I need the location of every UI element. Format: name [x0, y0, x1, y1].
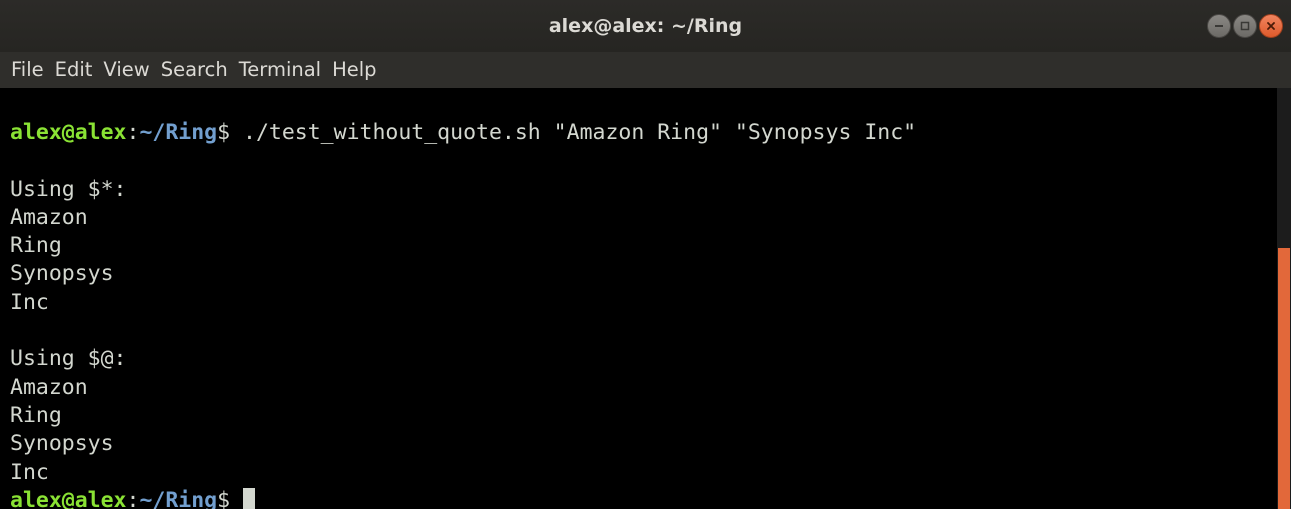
terminal-window: alex@alex: ~/Ring File Edit View Search …: [0, 0, 1291, 509]
prompt-line: alex@alex:~/Ring$: [10, 487, 1277, 509]
menu-file[interactable]: File: [11, 52, 44, 88]
maximize-button[interactable]: [1233, 14, 1257, 38]
output-line: Inc: [10, 459, 49, 485]
prompt-colon: :: [126, 120, 140, 145]
output-line: Synopsys: [10, 431, 114, 457]
minimize-icon: [1215, 25, 1223, 27]
output-header: Using $@:: [10, 346, 127, 372]
output-line: Ring: [10, 402, 62, 428]
maximize-icon: [1240, 21, 1250, 31]
menu-help[interactable]: Help: [332, 52, 376, 88]
window-controls: [1207, 14, 1283, 38]
prompt-path: ~/Ring: [139, 120, 218, 145]
output-line: Inc: [10, 289, 49, 315]
output-line: Amazon: [10, 374, 88, 400]
prompt-path: ~/Ring: [139, 487, 218, 509]
scrollbar-thumb[interactable]: [1278, 248, 1290, 509]
window-title: alex@alex: ~/Ring: [548, 15, 743, 37]
minimize-button[interactable]: [1207, 14, 1231, 38]
prompt-colon: :: [126, 487, 140, 509]
command-line: alex@alex:~/Ring$ ./test_without_quote.s…: [10, 119, 1277, 147]
output-line: Amazon: [10, 204, 88, 230]
prompt-symbol: $: [217, 120, 231, 145]
prompt-user-host: alex@alex: [10, 487, 127, 509]
title-bar[interactable]: alex@alex: ~/Ring: [0, 0, 1291, 52]
output-header: Using $*:: [10, 176, 127, 202]
menu-view[interactable]: View: [103, 52, 149, 88]
prompt-user-host: alex@alex: [10, 120, 127, 145]
menu-terminal[interactable]: Terminal: [239, 52, 321, 88]
vertical-scrollbar[interactable]: [1277, 88, 1291, 509]
output-line: Ring: [10, 233, 62, 259]
output-line: Synopsys: [10, 261, 114, 287]
menu-search[interactable]: Search: [161, 52, 228, 88]
menu-edit[interactable]: Edit: [55, 52, 93, 88]
close-button[interactable]: [1259, 14, 1283, 38]
text-cursor: [243, 487, 256, 509]
terminal-output[interactable]: alex@alex:~/Ring$ ./test_without_quote.s…: [0, 88, 1277, 509]
close-icon: [1267, 22, 1275, 30]
menu-bar: File Edit View Search Terminal Help: [0, 52, 1291, 88]
command-text: ./test_without_quote.sh "Amazon Ring" "S…: [230, 120, 917, 145]
prompt-symbol: $: [217, 487, 231, 509]
